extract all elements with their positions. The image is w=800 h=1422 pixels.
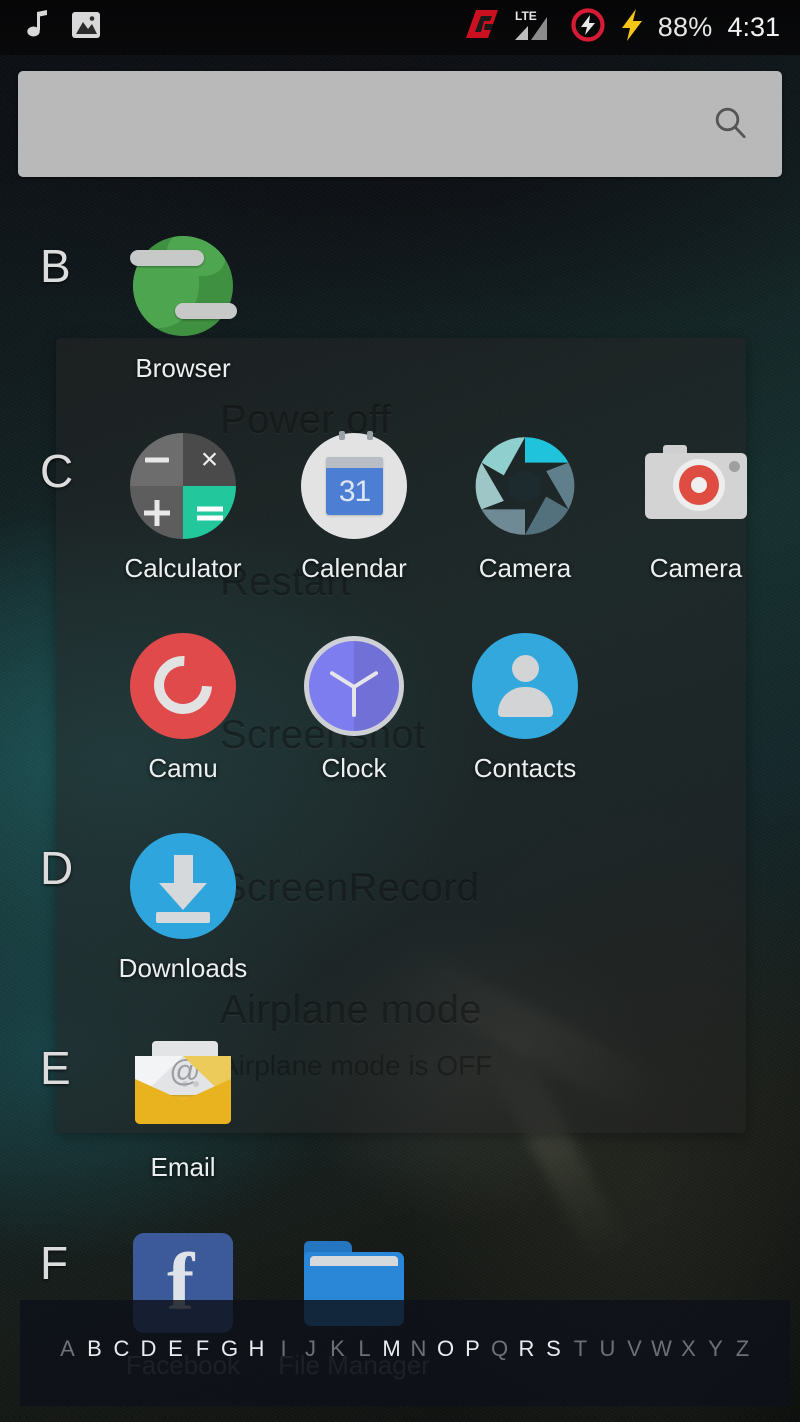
alpha-index-letter-q[interactable]: Q — [486, 1336, 513, 1362]
app-label: Calendar — [301, 553, 407, 583]
alphabet-index-bar[interactable]: ABCDEFGHIJKLMNOPQRSTUVWXYZ — [20, 1300, 790, 1406]
alpha-index-letter-c[interactable]: C — [108, 1336, 135, 1362]
alpha-index-letter-h[interactable]: H — [243, 1336, 270, 1362]
alpha-index-letter-o[interactable]: O — [432, 1336, 459, 1362]
alpha-index-letter-y[interactable]: Y — [702, 1336, 729, 1362]
alpha-index-letter-k[interactable]: K — [324, 1336, 351, 1362]
alpha-index-letter-j[interactable]: J — [297, 1336, 324, 1362]
alpha-index-letter-b[interactable]: B — [81, 1336, 108, 1362]
app-item-calculator[interactable]: × Calculator — [98, 433, 268, 584]
svg-text:LTE: LTE — [515, 9, 537, 23]
alpha-index-letter-t[interactable]: T — [567, 1336, 594, 1362]
calculator-multiply-glyph: × — [200, 442, 219, 476]
download-arrow-icon — [130, 833, 236, 939]
section-header-e: E — [40, 1042, 71, 1094]
app-item-camera-body[interactable]: Camera — [611, 433, 781, 584]
alpha-index-letter-x[interactable]: X — [675, 1336, 702, 1362]
clock-time-label: 4:31 — [727, 12, 780, 42]
app-item-contacts[interactable]: Contacts — [440, 633, 610, 784]
app-item-calendar[interactable]: 31 Calendar — [269, 431, 439, 584]
music-note-icon — [25, 10, 49, 45]
browser-globe-icon — [130, 233, 237, 339]
app-drawer-grid: B Browser C × Calculator 31 Calendar Cam… — [0, 0, 800, 1422]
app-label: Browser — [135, 353, 231, 383]
clock-icon — [301, 633, 407, 739]
lte-signal-icon: LTE — [513, 7, 559, 48]
app-item-camera-aperture[interactable]: Camera — [440, 433, 610, 584]
app-item-browser[interactable]: Browser — [98, 233, 268, 384]
camu-icon — [130, 633, 236, 739]
app-label: Camera — [649, 553, 743, 583]
alpha-index-letter-g[interactable]: G — [216, 1336, 243, 1362]
app-item-email[interactable]: @ Email — [98, 1032, 268, 1183]
do-not-disturb-icon — [570, 7, 606, 48]
alpha-index-letter-p[interactable]: P — [459, 1336, 486, 1362]
status-bar: LTE 88% 4:31 — [0, 0, 800, 55]
battery-percent-label: 88% — [657, 12, 713, 42]
alpha-index-letter-u[interactable]: U — [594, 1336, 621, 1362]
app-label: Clock — [321, 753, 387, 783]
image-icon — [71, 10, 101, 45]
alphabet-index-letters[interactable]: ABCDEFGHIJKLMNOPQRSTUVWXYZ — [20, 1336, 790, 1362]
search-bar[interactable] — [18, 71, 782, 177]
alpha-index-letter-v[interactable]: V — [621, 1336, 648, 1362]
app-label: Camera — [478, 553, 572, 583]
alpha-index-letter-d[interactable]: D — [135, 1336, 162, 1362]
camera-body-icon — [643, 433, 749, 539]
app-item-camu[interactable]: Camu — [98, 633, 268, 784]
camera-aperture-icon — [472, 433, 578, 539]
alpha-index-letter-m[interactable]: M — [378, 1336, 405, 1362]
alpha-index-letter-s[interactable]: S — [540, 1336, 567, 1362]
calculator-icon: × — [130, 433, 236, 539]
alpha-index-letter-a[interactable]: A — [54, 1336, 81, 1362]
alpha-index-letter-i[interactable]: I — [270, 1336, 297, 1362]
section-header-c: C — [40, 445, 74, 497]
alpha-index-letter-r[interactable]: R — [513, 1336, 540, 1362]
section-header-b: B — [40, 240, 71, 292]
app-label: Calculator — [124, 553, 242, 583]
carrier-logo-icon — [460, 8, 502, 47]
alpha-index-letter-w[interactable]: W — [648, 1336, 675, 1362]
alpha-index-letter-f[interactable]: F — [189, 1336, 216, 1362]
email-envelope-icon: @ — [130, 1032, 236, 1138]
search-input[interactable] — [18, 71, 782, 177]
alpha-index-letter-n[interactable]: N — [405, 1336, 432, 1362]
app-item-downloads[interactable]: Downloads — [98, 833, 268, 984]
alpha-index-letter-e[interactable]: E — [162, 1336, 189, 1362]
calendar-icon: 31 — [301, 431, 407, 539]
section-header-f: F — [40, 1237, 69, 1289]
charging-bolt-icon — [617, 7, 647, 48]
alpha-index-letter-z[interactable]: Z — [729, 1336, 756, 1362]
app-label: Downloads — [118, 953, 248, 983]
contacts-icon — [472, 633, 578, 739]
app-item-clock[interactable]: Clock — [269, 633, 439, 784]
app-label: Contacts — [473, 753, 577, 783]
calendar-day-number: 31 — [338, 474, 371, 508]
section-header-d: D — [40, 842, 74, 894]
app-label: Camu — [148, 753, 218, 783]
alpha-index-letter-l[interactable]: L — [351, 1336, 378, 1362]
app-label: Email — [150, 1152, 216, 1182]
